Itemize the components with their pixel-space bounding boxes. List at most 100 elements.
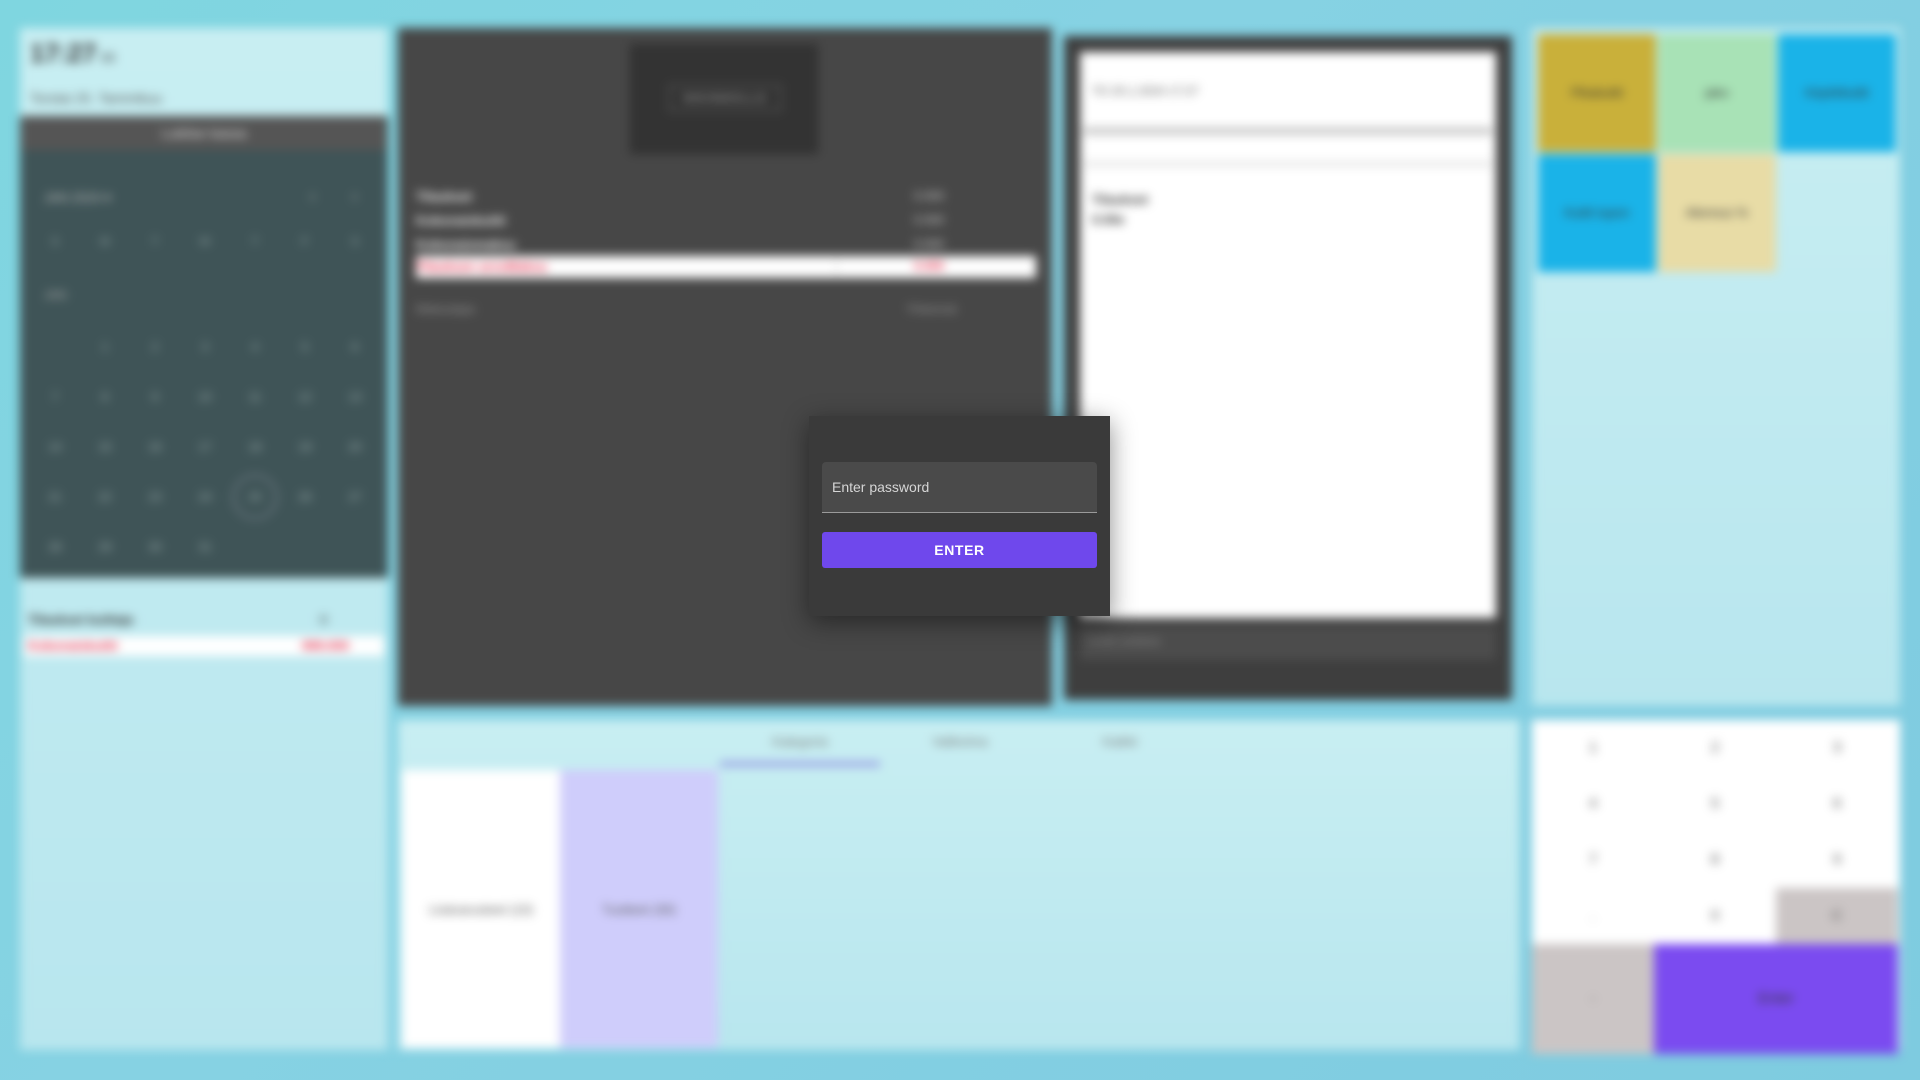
calendar-day[interactable]: 21 <box>30 472 80 522</box>
summary-row-value: 999.000 <box>302 638 349 653</box>
weekday-label: S <box>51 236 59 248</box>
calendar-day[interactable]: 18 <box>230 422 280 472</box>
calendar-month-selector[interactable]: JAN 2024 ▾ <box>44 190 111 206</box>
calendar-day[interactable]: 28 <box>30 522 80 572</box>
keypad-key-minus[interactable]: - <box>1532 944 1654 1054</box>
calendar-weekdays: S M T W T F S <box>30 236 380 248</box>
calendar-day[interactable]: 19 <box>280 422 330 472</box>
calendar-day[interactable]: 1 <box>80 322 130 372</box>
tab-category[interactable]: Kategoria <box>720 734 880 749</box>
logo-text: NIKINNOLLS <box>669 85 781 111</box>
keypad-key-7[interactable]: 7 <box>1532 832 1654 888</box>
calendar-day[interactable]: 2 <box>130 322 180 372</box>
products-panel: Kategoria Valikoima Kaikki Lisävarusteet… <box>398 720 1520 1050</box>
calendar-day[interactable]: 7 <box>30 372 80 422</box>
keypad-key-5[interactable]: 5 <box>1654 776 1776 832</box>
calendar-day[interactable]: 12 <box>280 372 330 422</box>
stat-value: 0.000 <box>914 237 945 251</box>
keypad-key-4[interactable]: 4 <box>1532 776 1654 832</box>
calendar-day[interactable]: 22 <box>80 472 130 522</box>
receipt-date: TO 25.1.2024 17:27 <box>1092 84 1199 98</box>
stat-row: Kokonaismaksu 0.000 <box>416 234 1036 256</box>
divider <box>1084 128 1492 134</box>
date-line: Torstai 25. Tammikuu <box>30 90 163 106</box>
weekday-label: F <box>301 236 309 248</box>
calendar-day <box>30 322 80 372</box>
stat-label: Tilauksen arvoMaksu <box>416 259 548 274</box>
calendar-day[interactable]: 10 <box>180 372 230 422</box>
meta-row: Maksutapa Yhteensä <box>416 302 976 316</box>
stat-row-highlight[interactable]: Tilauksen arvoMaksu 0.000 <box>416 256 1036 278</box>
keypad-key-2[interactable]: 2 <box>1654 720 1776 776</box>
calendar-day[interactable]: 6 <box>330 322 380 372</box>
quick-button[interactable]: Käyttökuitti <box>1778 34 1896 152</box>
meta-right: Yhteensä <box>906 302 957 316</box>
active-tab-indicator <box>720 762 880 766</box>
quick-button[interactable]: jako <box>1658 34 1776 152</box>
calendar-day[interactable]: 13 <box>330 372 380 422</box>
chevron-left-icon[interactable]: ‹ <box>310 188 315 206</box>
calendar-day[interactable]: 3 <box>180 322 230 372</box>
calendar-day[interactable]: 9 <box>130 372 180 422</box>
calendar-day[interactable]: 29 <box>80 522 130 572</box>
quick-button[interactable]: Alennus % <box>1658 154 1776 272</box>
calendar-day[interactable]: 23 <box>130 472 180 522</box>
calendar-day[interactable]: 8 <box>80 372 130 422</box>
receipt-title: Tilaukset <box>1092 192 1149 207</box>
calendar-day[interactable]: 24 <box>180 472 230 522</box>
keypad-key-1[interactable]: 1 <box>1532 720 1654 776</box>
product-tile-label: Lisävarusteet (10) <box>428 901 534 917</box>
keypad-key-0[interactable]: 0 <box>1654 888 1776 944</box>
weekday-label: M <box>100 236 110 248</box>
calendar-day[interactable]: 26 <box>280 472 330 522</box>
divider <box>836 258 837 276</box>
weekday-label: W <box>199 236 211 248</box>
calendar-day[interactable]: 5 <box>280 322 330 372</box>
chevron-right-icon[interactable]: › <box>352 188 357 206</box>
product-tile[interactable]: Tuotteet (30) <box>560 770 718 1048</box>
calendar-day[interactable]: 4 <box>230 322 280 372</box>
lock-register-button[interactable]: Lukitse kassa <box>20 116 388 150</box>
keypad-key-decimal[interactable]: . <box>1532 888 1654 944</box>
product-tile[interactable]: Lisävarusteet (10) <box>402 770 560 1048</box>
stat-row: Tilaukset 0.000 <box>416 186 1036 208</box>
keypad-key-3[interactable]: 3 <box>1776 720 1898 776</box>
enter-button[interactable]: ENTER <box>822 532 1097 568</box>
calendar-day[interactable]: 15 <box>80 422 130 472</box>
calendar-day[interactable]: 20 <box>330 422 380 472</box>
keypad-key-8[interactable]: 8 <box>1654 832 1776 888</box>
left-panel: 17:27 03 Torstai 25. Tammikuu Lukitse kas… <box>20 28 388 1050</box>
receipt-panel: TO 25.1.2024 17:27 Tilaukset 0.00e Lisää… <box>1064 36 1512 700</box>
stat-label: Kokonaiskuitti <box>416 213 506 228</box>
quick-button[interactable]: Kuitti tupon <box>1538 154 1656 272</box>
calendar-day[interactable]: 30 <box>130 522 180 572</box>
add-customer-field[interactable]: Lisää asiakas <box>1080 626 1496 660</box>
password-input[interactable] <box>822 462 1097 513</box>
quick-button[interactable]: Pikakuitti <box>1538 34 1656 152</box>
logo: NIKINNOLLS <box>630 44 818 154</box>
calendar-day[interactable]: 11 <box>230 372 280 422</box>
receipt-total: 0.00e <box>1092 212 1125 227</box>
calendar-grid: 1 2 3 4 5 6 7 8 9 10 11 12 13 14 15 16 17 18 19 20 21 22 23 24 2… <box>30 322 380 572</box>
calendar-day[interactable]: 16 <box>130 422 180 472</box>
calendar-day[interactable]: 14 <box>30 422 80 472</box>
calendar-day[interactable]: 17 <box>180 422 230 472</box>
calendar-day[interactable]: 27 <box>330 472 380 522</box>
tab-selection[interactable]: Valikoima <box>880 734 1040 749</box>
summary-count: 0 <box>320 612 328 627</box>
password-dialog: ENTER <box>809 416 1110 616</box>
summary-title: Tilaukset kuittaja <box>28 612 134 627</box>
summary-row[interactable]: Kokonaiskuitti 999.000 <box>24 636 384 656</box>
tab-all[interactable]: Kaikki <box>1040 734 1200 749</box>
keypad-enter-button[interactable]: Enter <box>1654 944 1898 1054</box>
stat-value: 0.000 <box>914 213 945 227</box>
clock: 17:27 03 <box>30 38 115 68</box>
keypad-key-6[interactable]: 6 <box>1776 776 1898 832</box>
calendar-day[interactable]: 25 <box>233 475 277 519</box>
keypad-key-clear[interactable]: C <box>1776 888 1898 944</box>
caret-down-icon: ▾ <box>104 190 112 205</box>
stat-value: 0.000 <box>914 189 945 203</box>
calendar-day[interactable]: 31 <box>180 522 230 572</box>
calendar-month-label: JAN <box>44 288 67 302</box>
keypad-key-9[interactable]: 9 <box>1776 832 1898 888</box>
